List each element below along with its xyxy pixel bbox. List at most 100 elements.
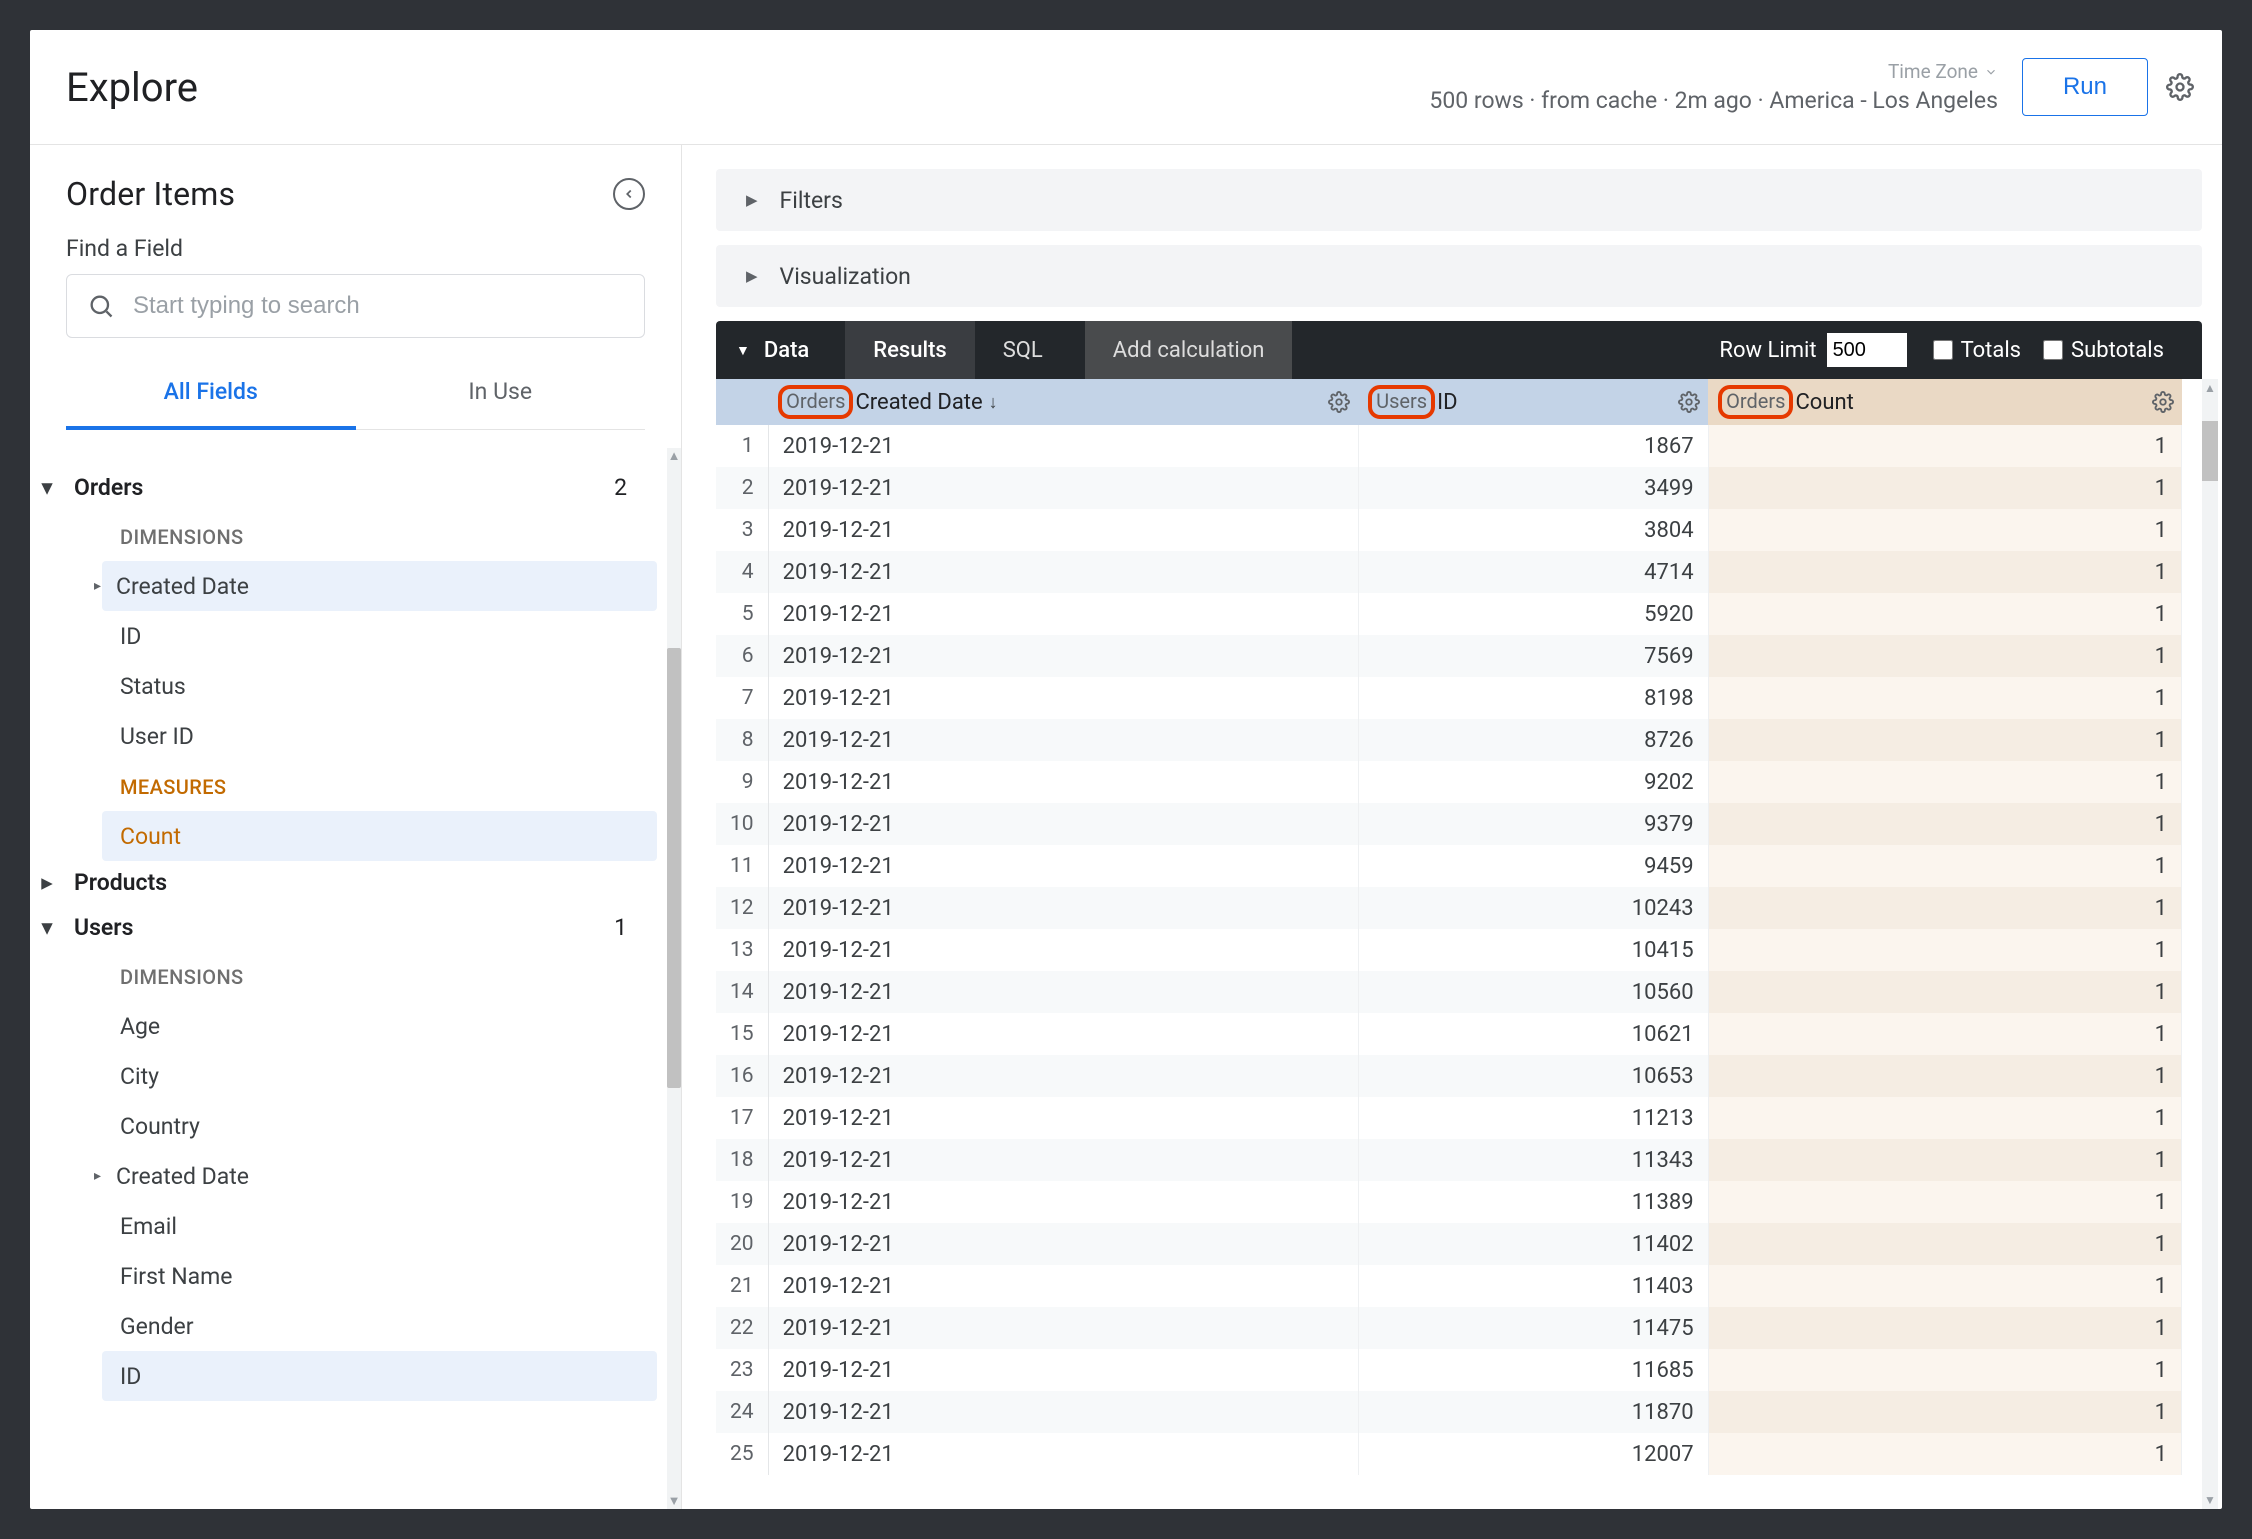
cell-user-id[interactable]: 8726 bbox=[1358, 719, 1708, 761]
cell-count[interactable]: 1 bbox=[1708, 1433, 2181, 1475]
cell-created-date[interactable]: 2019-12-21 bbox=[768, 1265, 1358, 1307]
field-item[interactable]: First Name bbox=[102, 1251, 657, 1301]
search-input[interactable] bbox=[133, 292, 624, 320]
cell-created-date[interactable]: 2019-12-21 bbox=[768, 971, 1358, 1013]
column-gear-icon[interactable] bbox=[1328, 391, 1350, 413]
cell-user-id[interactable]: 10560 bbox=[1358, 971, 1708, 1013]
cell-user-id[interactable]: 9202 bbox=[1358, 761, 1708, 803]
column-header[interactable]: OrdersCount bbox=[1708, 379, 2181, 425]
cell-count[interactable]: 1 bbox=[1708, 1055, 2181, 1097]
totals-toggle[interactable]: Totals bbox=[1933, 338, 2021, 363]
table-scrollbar[interactable]: ▲ ▼ bbox=[2202, 379, 2218, 1509]
cell-created-date[interactable]: 2019-12-21 bbox=[768, 551, 1358, 593]
field-item[interactable]: ▸Created Date bbox=[102, 1151, 657, 1201]
cell-count[interactable]: 1 bbox=[1708, 635, 2181, 677]
cell-count[interactable]: 1 bbox=[1708, 593, 2181, 635]
column-header[interactable]: UsersID bbox=[1358, 379, 1708, 425]
column-gear-icon[interactable] bbox=[1678, 391, 1700, 413]
field-item[interactable]: User ID bbox=[102, 711, 657, 761]
field-item[interactable]: Country bbox=[102, 1101, 657, 1151]
cell-count[interactable]: 1 bbox=[1708, 425, 2181, 467]
scroll-down-icon[interactable]: ▼ bbox=[2202, 1491, 2218, 1509]
cell-count[interactable]: 1 bbox=[1708, 551, 2181, 593]
column-gear-icon[interactable] bbox=[2152, 391, 2174, 413]
cell-count[interactable]: 1 bbox=[1708, 677, 2181, 719]
cell-count[interactable]: 1 bbox=[1708, 1349, 2181, 1391]
tab-all-fields[interactable]: All Fields bbox=[66, 356, 356, 429]
cell-count[interactable]: 1 bbox=[1708, 845, 2181, 887]
search-field-wrap[interactable] bbox=[66, 274, 645, 338]
cell-count[interactable]: 1 bbox=[1708, 1013, 2181, 1055]
cell-user-id[interactable]: 10653 bbox=[1358, 1055, 1708, 1097]
cell-count[interactable]: 1 bbox=[1708, 1265, 2181, 1307]
cell-created-date[interactable]: 2019-12-21 bbox=[768, 509, 1358, 551]
cell-user-id[interactable]: 10415 bbox=[1358, 929, 1708, 971]
cell-created-date[interactable]: 2019-12-21 bbox=[768, 1349, 1358, 1391]
cell-created-date[interactable]: 2019-12-21 bbox=[768, 719, 1358, 761]
cell-created-date[interactable]: 2019-12-21 bbox=[768, 929, 1358, 971]
field-item[interactable]: Count bbox=[102, 811, 657, 861]
cell-user-id[interactable]: 11343 bbox=[1358, 1139, 1708, 1181]
add-calculation-button[interactable]: Add calculation bbox=[1085, 321, 1293, 379]
cell-user-id[interactable]: 10621 bbox=[1358, 1013, 1708, 1055]
cell-user-id[interactable]: 7569 bbox=[1358, 635, 1708, 677]
cell-user-id[interactable]: 9459 bbox=[1358, 845, 1708, 887]
field-item[interactable]: Age bbox=[102, 1001, 657, 1051]
totals-checkbox[interactable] bbox=[1933, 340, 1953, 360]
field-item[interactable]: ID bbox=[102, 611, 657, 661]
cell-user-id[interactable]: 9379 bbox=[1358, 803, 1708, 845]
cell-user-id[interactable]: 5920 bbox=[1358, 593, 1708, 635]
cell-user-id[interactable]: 12007 bbox=[1358, 1433, 1708, 1475]
cell-count[interactable]: 1 bbox=[1708, 1223, 2181, 1265]
settings-button[interactable] bbox=[2166, 73, 2194, 101]
field-item[interactable]: ▸Created Date bbox=[102, 561, 657, 611]
cell-created-date[interactable]: 2019-12-21 bbox=[768, 1013, 1358, 1055]
cell-count[interactable]: 1 bbox=[1708, 887, 2181, 929]
chevron-down-icon[interactable]: ▼ bbox=[736, 342, 750, 359]
cell-user-id[interactable]: 3499 bbox=[1358, 467, 1708, 509]
cell-user-id[interactable]: 11389 bbox=[1358, 1181, 1708, 1223]
collapse-sidebar-button[interactable] bbox=[613, 178, 645, 210]
cell-created-date[interactable]: 2019-12-21 bbox=[768, 845, 1358, 887]
tab-sql[interactable]: SQL bbox=[975, 321, 1071, 379]
cell-count[interactable]: 1 bbox=[1708, 467, 2181, 509]
cell-count[interactable]: 1 bbox=[1708, 1181, 2181, 1223]
subtotals-toggle[interactable]: Subtotals bbox=[2043, 338, 2164, 363]
cell-created-date[interactable]: 2019-12-21 bbox=[768, 887, 1358, 929]
cell-created-date[interactable]: 2019-12-21 bbox=[768, 593, 1358, 635]
cell-created-date[interactable]: 2019-12-21 bbox=[768, 1433, 1358, 1475]
cell-user-id[interactable]: 8198 bbox=[1358, 677, 1708, 719]
scroll-thumb[interactable] bbox=[2202, 421, 2218, 481]
cell-created-date[interactable]: 2019-12-21 bbox=[768, 1181, 1358, 1223]
scroll-up-icon[interactable]: ▲ bbox=[2202, 379, 2218, 397]
view-orders[interactable]: ▾Orders2 bbox=[30, 466, 657, 511]
cell-created-date[interactable]: 2019-12-21 bbox=[768, 1139, 1358, 1181]
cell-count[interactable]: 1 bbox=[1708, 509, 2181, 551]
cell-created-date[interactable]: 2019-12-21 bbox=[768, 635, 1358, 677]
cell-user-id[interactable]: 11870 bbox=[1358, 1391, 1708, 1433]
cell-count[interactable]: 1 bbox=[1708, 803, 2181, 845]
cell-created-date[interactable]: 2019-12-21 bbox=[768, 1055, 1358, 1097]
cell-created-date[interactable]: 2019-12-21 bbox=[768, 1307, 1358, 1349]
visualization-panel-toggle[interactable]: ▶ Visualization bbox=[716, 245, 2202, 307]
field-item[interactable]: City bbox=[102, 1051, 657, 1101]
cell-count[interactable]: 1 bbox=[1708, 971, 2181, 1013]
timezone-selector[interactable]: Time Zone bbox=[1888, 60, 1998, 83]
cell-created-date[interactable]: 2019-12-21 bbox=[768, 1223, 1358, 1265]
field-item[interactable]: Gender bbox=[102, 1301, 657, 1351]
cell-created-date[interactable]: 2019-12-21 bbox=[768, 677, 1358, 719]
cell-user-id[interactable]: 11213 bbox=[1358, 1097, 1708, 1139]
tab-results[interactable]: Results bbox=[845, 321, 974, 379]
cell-count[interactable]: 1 bbox=[1708, 719, 2181, 761]
cell-user-id[interactable]: 11685 bbox=[1358, 1349, 1708, 1391]
cell-user-id[interactable]: 10243 bbox=[1358, 887, 1708, 929]
cell-user-id[interactable]: 11475 bbox=[1358, 1307, 1708, 1349]
cell-user-id[interactable]: 1867 bbox=[1358, 425, 1708, 467]
cell-count[interactable]: 1 bbox=[1708, 1307, 2181, 1349]
cell-count[interactable]: 1 bbox=[1708, 1139, 2181, 1181]
cell-created-date[interactable]: 2019-12-21 bbox=[768, 1391, 1358, 1433]
field-item[interactable]: Status bbox=[102, 661, 657, 711]
cell-created-date[interactable]: 2019-12-21 bbox=[768, 761, 1358, 803]
scroll-thumb[interactable] bbox=[667, 648, 681, 1088]
cell-count[interactable]: 1 bbox=[1708, 929, 2181, 971]
